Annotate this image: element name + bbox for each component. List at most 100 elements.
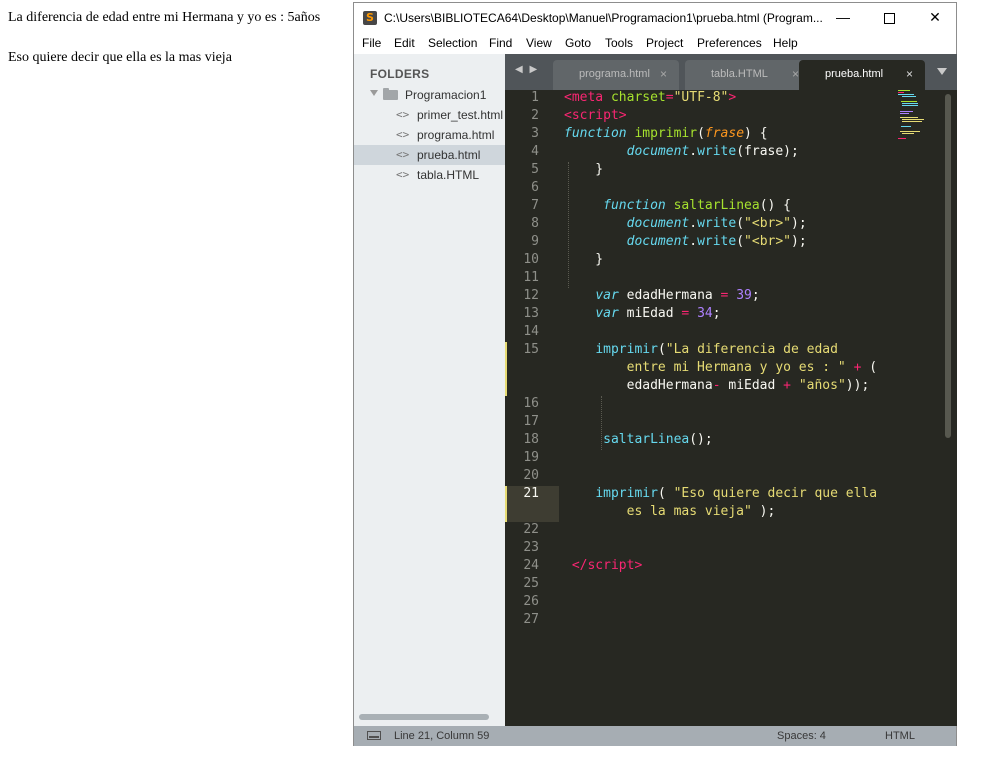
sidebar-horizontal-scrollbar[interactable] bbox=[359, 714, 489, 720]
code-line-5: } bbox=[564, 162, 604, 177]
syntax-selector[interactable]: HTML bbox=[885, 730, 915, 742]
code-line-7: function saltarLinea() { bbox=[603, 198, 791, 213]
line-number: 16 bbox=[523, 396, 539, 411]
menu-project[interactable]: Project bbox=[646, 36, 683, 50]
menu-edit[interactable]: Edit bbox=[394, 36, 415, 50]
tab-close-icon[interactable]: × bbox=[660, 67, 667, 81]
tab-bar: ◀ ▶ programa.html × tabla.HTML × prueba.… bbox=[505, 54, 957, 90]
code-line-15-wrap-1: entre mi Hermana y yo es : " + ( bbox=[564, 360, 878, 375]
code-line-1: <meta charset="UTF-8"> bbox=[564, 90, 737, 105]
code-line-10: } bbox=[564, 252, 604, 267]
code-line-13: var miEdad = 34; bbox=[595, 306, 721, 321]
line-number: 3 bbox=[531, 126, 539, 141]
tab-label: tabla.HTML bbox=[711, 68, 768, 80]
line-number: 12 bbox=[523, 288, 539, 303]
code-line-8: document.write("<br>"); bbox=[626, 216, 807, 231]
line-number: 10 bbox=[523, 252, 539, 267]
sidebar-file-tabla[interactable]: <> tabla.HTML bbox=[354, 165, 505, 185]
menu-help[interactable]: Help bbox=[773, 36, 798, 50]
tab-tabla[interactable]: tabla.HTML × bbox=[685, 60, 811, 90]
cursor-position: Line 21, Column 59 bbox=[394, 730, 490, 742]
browser-output-line-1: La diferencia de edad entre mi Hermana y… bbox=[8, 10, 321, 25]
minimize-icon: — bbox=[836, 9, 850, 25]
menu-file[interactable]: File bbox=[362, 36, 381, 50]
vertical-scrollbar[interactable] bbox=[945, 94, 951, 438]
minimap[interactable] bbox=[898, 90, 938, 150]
line-number: 13 bbox=[523, 306, 539, 321]
menu-tools[interactable]: Tools bbox=[605, 36, 633, 50]
line-number-gutter: 1 2 3 4 5 6 7 8 9 10 11 12 13 14 15 16 17 18 19 20 21 22 23 24 2… bbox=[505, 90, 559, 726]
line-number: 27 bbox=[523, 612, 539, 627]
indentation-setting[interactable]: Spaces: 4 bbox=[777, 730, 826, 742]
code-line-9: document.write("<br>"); bbox=[626, 234, 807, 249]
tab-overflow-chevron-icon[interactable] bbox=[937, 68, 947, 75]
menu-view[interactable]: View bbox=[526, 36, 552, 50]
minimize-button[interactable]: — bbox=[820, 3, 866, 33]
folder-programacion1[interactable]: Programacion1 bbox=[354, 85, 505, 105]
tab-close-icon[interactable]: × bbox=[792, 67, 799, 81]
file-label: tabla.HTML bbox=[417, 168, 480, 182]
sidebar-file-primer-test[interactable]: <> primer_test.html bbox=[354, 105, 505, 125]
menu-find[interactable]: Find bbox=[489, 36, 512, 50]
title-bar[interactable]: S C:\Users\BIBLIOTECA64\Desktop\Manuel\P… bbox=[354, 3, 956, 33]
line-number: 2 bbox=[531, 108, 539, 123]
menu-preferences[interactable]: Preferences bbox=[697, 36, 762, 50]
close-button[interactable]: ✕ bbox=[912, 3, 958, 33]
sublime-text-icon: S bbox=[363, 11, 377, 25]
code-line-15: imprimir("La diferencia de edad bbox=[595, 342, 838, 357]
line-number: 14 bbox=[523, 324, 539, 339]
menu-selection[interactable]: Selection bbox=[428, 36, 477, 50]
code-line-21-wrap: es la mas vieja" ); bbox=[564, 504, 776, 519]
folders-title: FOLDERS bbox=[370, 67, 430, 81]
maximize-button[interactable] bbox=[866, 3, 912, 33]
line-number: 18 bbox=[523, 432, 539, 447]
tab-programa[interactable]: programa.html × bbox=[553, 60, 679, 90]
line-number: 24 bbox=[523, 558, 539, 573]
tab-prueba[interactable]: prueba.html × bbox=[799, 60, 925, 90]
tab-label: prueba.html bbox=[825, 68, 884, 80]
line-number: 8 bbox=[531, 216, 539, 231]
line-number: 23 bbox=[523, 540, 539, 555]
line-number: 9 bbox=[531, 234, 539, 249]
sidebar-file-programa[interactable]: <> programa.html bbox=[354, 125, 505, 145]
menu-goto[interactable]: Goto bbox=[565, 36, 591, 50]
line-number: 26 bbox=[523, 594, 539, 609]
folder-icon bbox=[383, 88, 398, 100]
tab-navigation-arrows-icon[interactable]: ◀ ▶ bbox=[515, 64, 539, 75]
code-editor[interactable]: 1 2 3 4 5 6 7 8 9 10 11 12 13 14 15 16 17 18 19 20 21 22 23 24 2… bbox=[505, 90, 957, 726]
code-line-18: saltarLinea(); bbox=[603, 432, 713, 447]
file-label: primer_test.html bbox=[417, 108, 504, 122]
code-line-24: </script> bbox=[571, 558, 643, 573]
browser-output-line-2: Eso quiere decir que ella es la mas viej… bbox=[8, 50, 232, 65]
line-number: 11 bbox=[523, 270, 539, 285]
code-line-15-wrap-2: edadHermana- miEdad + "años")); bbox=[564, 378, 870, 393]
sidebar: FOLDERS Programacion1 <> primer_test.htm… bbox=[354, 54, 505, 726]
file-label: programa.html bbox=[417, 128, 495, 142]
close-icon: ✕ bbox=[929, 9, 941, 25]
line-number: 25 bbox=[523, 576, 539, 591]
line-number: 20 bbox=[523, 468, 539, 483]
menu-bar: File Edit Selection Find View Goto Tools… bbox=[354, 33, 956, 53]
code-file-icon: <> bbox=[396, 168, 410, 181]
line-number: 19 bbox=[523, 450, 539, 465]
line-number: 4 bbox=[531, 144, 539, 159]
sublime-text-window: S C:\Users\BIBLIOTECA64\Desktop\Manuel\P… bbox=[353, 2, 957, 746]
line-number: 7 bbox=[531, 198, 539, 213]
code-file-icon: <> bbox=[396, 148, 410, 161]
panel-toggle-icon[interactable] bbox=[367, 731, 381, 740]
chevron-down-icon[interactable] bbox=[370, 90, 378, 96]
code-line-21: imprimir( "Eso quiere decir que ella bbox=[595, 486, 878, 501]
line-number: 17 bbox=[523, 414, 539, 429]
status-bar: Line 21, Column 59 Spaces: 4 HTML bbox=[354, 726, 956, 746]
code-line-3: function imprimir(frase) { bbox=[564, 126, 768, 141]
sidebar-file-prueba[interactable]: <> prueba.html bbox=[354, 145, 505, 165]
tab-close-icon[interactable]: × bbox=[906, 67, 913, 81]
code-line-4: document.write(frase); bbox=[626, 144, 799, 159]
code-file-icon: <> bbox=[396, 128, 410, 141]
tab-label: programa.html bbox=[579, 68, 650, 80]
line-number: 5 bbox=[531, 162, 539, 177]
line-number: 6 bbox=[531, 180, 539, 195]
code-line-2: <script> bbox=[564, 108, 627, 123]
code-file-icon: <> bbox=[396, 108, 410, 121]
line-number: 15 bbox=[523, 342, 539, 357]
